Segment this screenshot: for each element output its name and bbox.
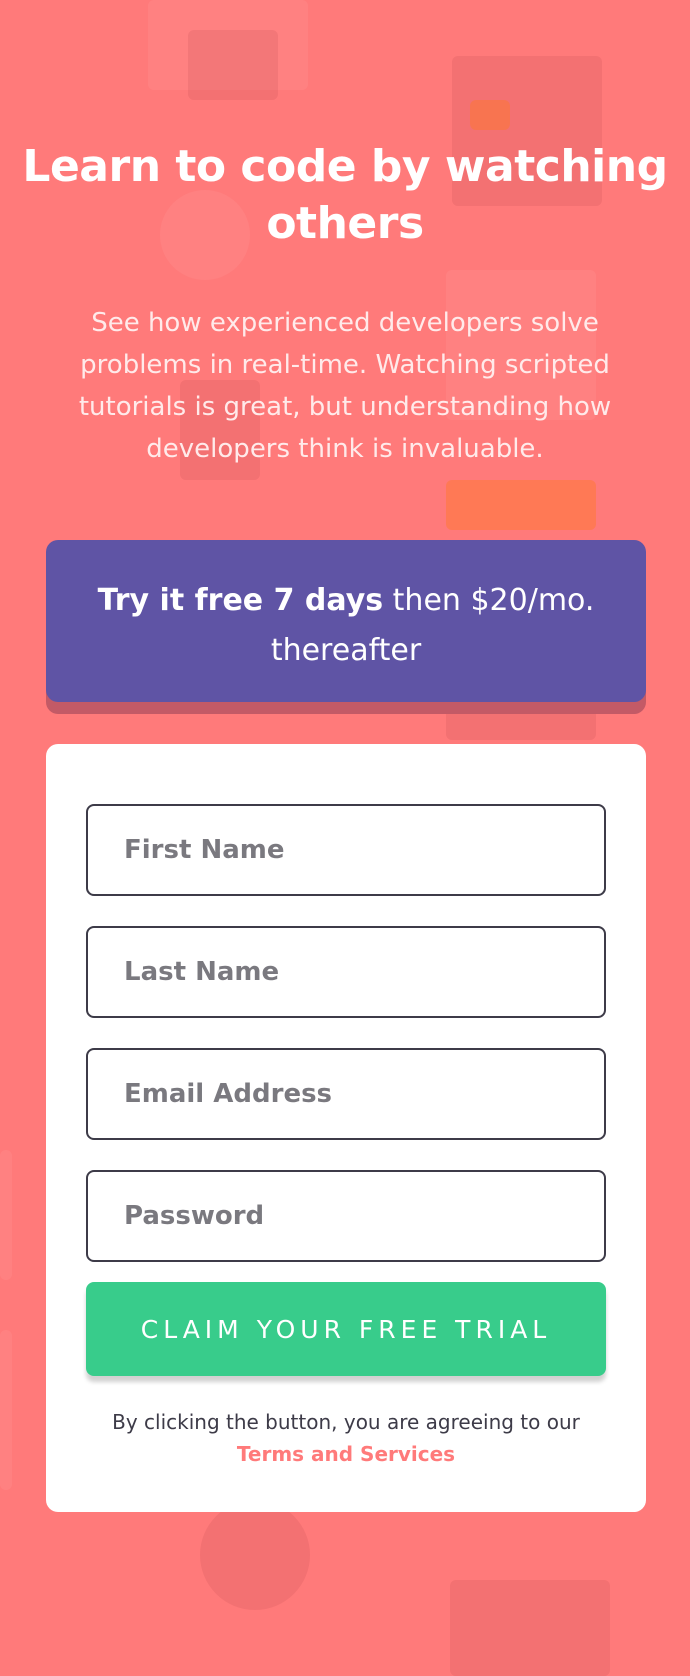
last-name-input[interactable] bbox=[124, 957, 568, 987]
first-name-field-wrapper bbox=[86, 804, 606, 896]
page-title: Learn to code by watching others bbox=[22, 141, 668, 249]
hero-description: See how experienced developers solve pro… bbox=[78, 308, 612, 464]
terms-notice: By clicking the button, you are agreeing… bbox=[86, 1406, 606, 1470]
password-input[interactable] bbox=[124, 1201, 568, 1231]
last-name-field-wrapper bbox=[86, 926, 606, 1018]
terms-link[interactable]: Terms and Services bbox=[86, 1438, 606, 1470]
terms-text: By clicking the button, you are agreeing… bbox=[112, 1410, 580, 1434]
signup-form: Claim your free trial By clicking the bu… bbox=[46, 744, 646, 1512]
password-field-wrapper bbox=[86, 1170, 606, 1262]
email-input[interactable] bbox=[124, 1079, 568, 1109]
claim-trial-button[interactable]: Claim your free trial bbox=[86, 1282, 606, 1376]
email-field-wrapper bbox=[86, 1048, 606, 1140]
offer-bold-text: Try it free 7 days bbox=[97, 583, 384, 618]
offer-banner: Try it free 7 days then $20/mo. thereaft… bbox=[46, 540, 646, 702]
hero-section: Learn to code by watching others See how… bbox=[0, 138, 690, 470]
first-name-input[interactable] bbox=[124, 835, 568, 865]
